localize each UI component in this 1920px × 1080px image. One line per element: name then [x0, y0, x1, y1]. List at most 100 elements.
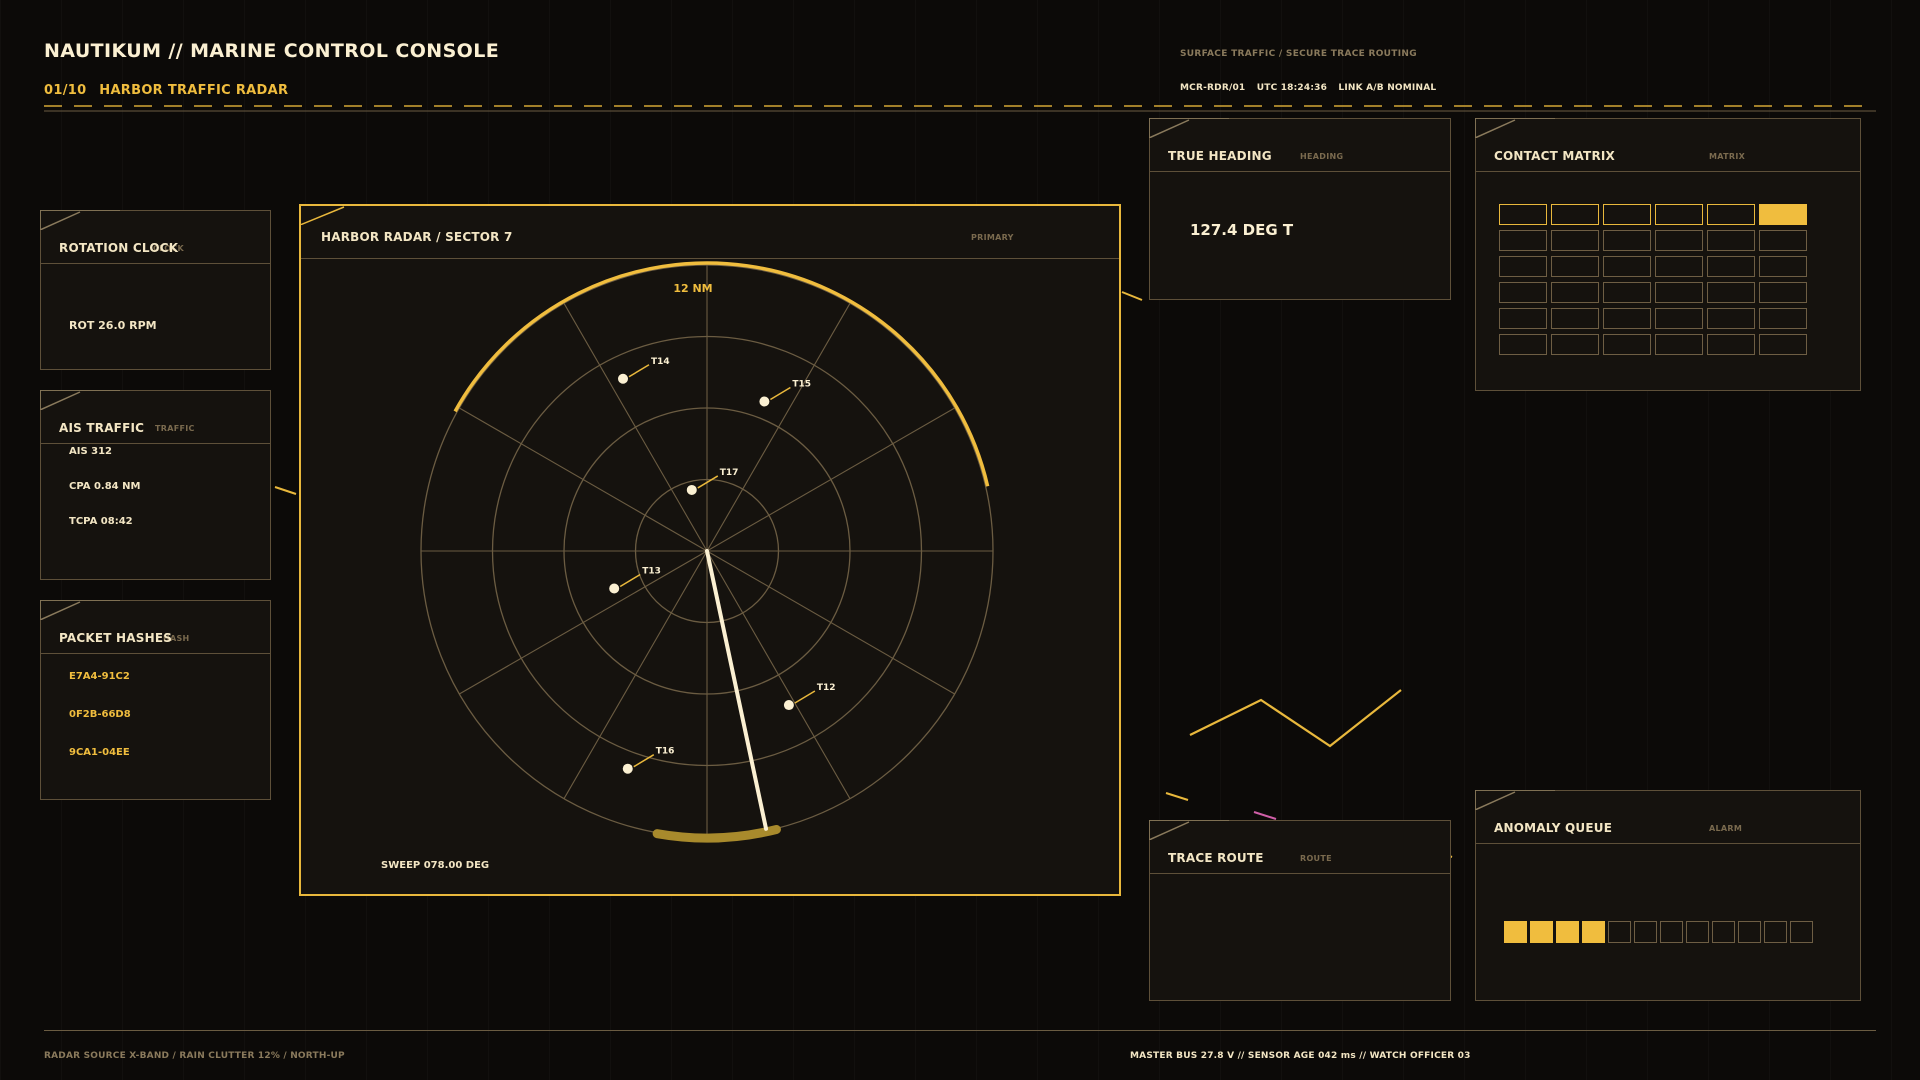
matrix-cell[interactable]	[1707, 308, 1755, 329]
queue-segment	[1712, 921, 1735, 943]
rotation-clock-panel: CLOCK ROTATION CLOCK ROT 26.0 RPM	[40, 210, 271, 370]
panel-tag: ALARM	[1709, 824, 1743, 833]
matrix-cell[interactable]	[1655, 230, 1703, 251]
target-label: T13	[642, 566, 661, 576]
panel-title: ANOMALY QUEUE	[1494, 821, 1613, 835]
target-leader	[697, 475, 719, 489]
matrix-cell[interactable]	[1655, 334, 1703, 355]
trace-route-panel: TRACE ROUTE ROUTE	[1149, 820, 1451, 1001]
matrix-cell[interactable]	[1551, 204, 1599, 225]
target-blip	[759, 396, 770, 407]
matrix-cell[interactable]	[1499, 204, 1547, 225]
panel-title: TRUE HEADING	[1168, 149, 1272, 163]
panel-tag: TRAFFIC	[155, 424, 195, 433]
matrix-cell[interactable]	[1707, 230, 1755, 251]
matrix-cell[interactable]	[1603, 282, 1651, 303]
panel-title: PACKET HASHES	[59, 631, 173, 645]
matrix-cell[interactable]	[1707, 334, 1755, 355]
anomaly-queue-panel: ANOMALY QUEUE ALARM	[1475, 790, 1861, 1001]
matrix-cell[interactable]	[1655, 308, 1703, 329]
panel-tag: ROUTE	[1300, 854, 1332, 863]
target-label: T12	[817, 683, 836, 693]
anomaly-queue-bar	[1504, 921, 1813, 943]
matrix-cell[interactable]	[1551, 334, 1599, 355]
ais-count: AIS 312	[69, 446, 113, 457]
matrix-cell[interactable]	[1759, 204, 1807, 225]
matrix-cell[interactable]	[1707, 256, 1755, 277]
matrix-cell[interactable]	[1759, 282, 1807, 303]
panel-header	[1476, 119, 1860, 172]
target-leader	[628, 364, 650, 378]
matrix-cell[interactable]	[1499, 256, 1547, 277]
target-leader	[794, 690, 816, 704]
queue-segment	[1660, 921, 1683, 943]
matrix-cell[interactable]	[1499, 282, 1547, 303]
matrix-cell[interactable]	[1551, 308, 1599, 329]
panel-header	[41, 211, 270, 264]
panel-header	[1476, 791, 1860, 844]
target-label: T17	[720, 468, 739, 478]
sweep-line	[705, 549, 769, 831]
rotation-value: ROT 26.0 RPM	[69, 319, 157, 332]
footer-status: MASTER BUS 27.8 V // SENSOR AGE 042 ms /…	[1130, 1051, 1471, 1061]
matrix-cell[interactable]	[1603, 230, 1651, 251]
panel-header	[1150, 821, 1450, 874]
matrix-cell[interactable]	[1707, 204, 1755, 225]
matrix-cell[interactable]	[1551, 230, 1599, 251]
matrix-cell[interactable]	[1759, 308, 1807, 329]
matrix-cell[interactable]	[1551, 282, 1599, 303]
hash-row: 0F2B-66D8	[69, 709, 131, 720]
hash-row: 9CA1-04EE	[69, 747, 130, 758]
matrix-cell[interactable]	[1707, 282, 1755, 303]
target-blip	[609, 583, 620, 594]
sweep-trail	[652, 824, 781, 843]
panel-header	[41, 601, 270, 654]
target-label: T16	[656, 747, 675, 757]
matrix-cell[interactable]	[1655, 282, 1703, 303]
contact-matrix-grid	[1499, 204, 1807, 355]
target-blip	[783, 700, 794, 711]
panel-title: AIS TRAFFIC	[59, 421, 145, 435]
queue-segment	[1556, 921, 1579, 943]
queue-segment	[1686, 921, 1709, 943]
panel-title: CONTACT MATRIX	[1494, 149, 1616, 163]
radar-target[interactable]: T15	[759, 379, 811, 407]
target-leader	[619, 573, 641, 588]
matrix-cell[interactable]	[1603, 256, 1651, 277]
target-leader	[770, 386, 791, 401]
target-blip	[617, 373, 628, 384]
matrix-cell[interactable]	[1499, 308, 1547, 329]
ais-traffic-panel: AIS TRAFFIC TRAFFIC AIS 312 CPA 0.84 NM …	[40, 390, 271, 580]
matrix-cell[interactable]	[1759, 334, 1807, 355]
matrix-cell[interactable]	[1603, 334, 1651, 355]
queue-segment	[1738, 921, 1761, 943]
panel-header	[41, 391, 270, 444]
matrix-cell[interactable]	[1655, 256, 1703, 277]
harbor-radar-panel: HARBOR RADAR / SECTOR 7 PRIMARY T14 T15 T1…	[299, 204, 1121, 896]
matrix-cell[interactable]	[1759, 230, 1807, 251]
matrix-cell[interactable]	[1655, 204, 1703, 225]
ais-cpa: CPA 0.84 NM	[69, 481, 141, 492]
queue-segment	[1790, 921, 1813, 943]
queue-segment	[1764, 921, 1787, 943]
radar-scope[interactable]: T14 T15 T17 T13 T12 T16 12 NM	[301, 206, 1119, 894]
matrix-cell[interactable]	[1551, 256, 1599, 277]
matrix-cell[interactable]	[1603, 204, 1651, 225]
matrix-cell[interactable]	[1603, 308, 1651, 329]
queue-segment	[1504, 921, 1527, 943]
heading-value: 127.4 DEG T	[1190, 221, 1294, 239]
queue-segment	[1582, 921, 1605, 943]
radar-target[interactable]: T14	[617, 357, 670, 384]
queue-segment	[1634, 921, 1657, 943]
target-blip	[686, 484, 697, 495]
footer-source: RADAR SOURCE X-BAND / RAIN CLUTTER 12% /…	[44, 1051, 345, 1061]
matrix-cell[interactable]	[1759, 256, 1807, 277]
contact-matrix-panel: CONTACT MATRIX MATRIX	[1475, 118, 1861, 391]
target-blip	[622, 763, 633, 774]
sweep-readout: SWEEP 078.00 DEG	[381, 860, 490, 871]
panel-tag: HEADING	[1300, 152, 1344, 161]
matrix-cell[interactable]	[1499, 334, 1547, 355]
matrix-cell[interactable]	[1499, 230, 1547, 251]
radar-target[interactable]: T13	[609, 566, 661, 594]
radar-target[interactable]: T17	[686, 468, 739, 495]
